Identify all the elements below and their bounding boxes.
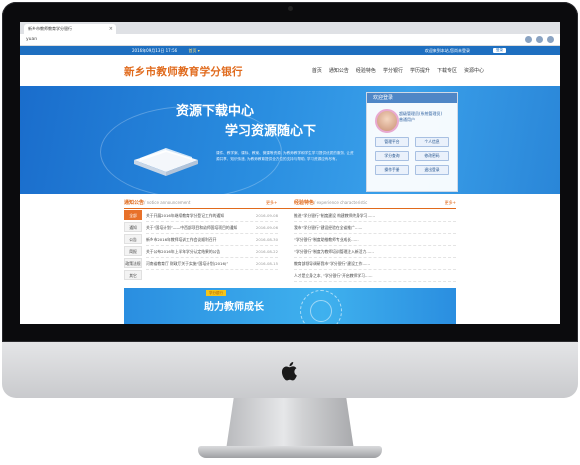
nav-item-home[interactable]: 首页 (312, 67, 322, 74)
notice-list: 关于开展2016年继续教育学分登记工作的通知 2016-09-08 关于“国培计划… (146, 210, 278, 270)
tab-announcement[interactable]: 公告 (124, 234, 142, 244)
address-bar[interactable]: yuan (20, 34, 560, 46)
avatar-icon[interactable] (375, 109, 399, 133)
hero-banner: 资源下载中心 学习资源随心下 课件、教学案、课标、教案、微课等资源, 为教师教学… (20, 86, 560, 198)
list-item[interactable]: 关于“国培计划”——中西部项目和幼师国培项目的通知 2016-09-06 (146, 222, 278, 234)
banner-title-line1: 资源下载中心 (176, 104, 255, 119)
region-select[interactable]: 首页 ▾ (188, 48, 199, 53)
list-item[interactable]: 关于公布2016年上半年学分认定结果的公告 2016-08-22 (146, 246, 278, 258)
welcome-text: 欢迎来到本站,您尚未登录 (424, 48, 470, 53)
tab-other[interactable]: 其它 (124, 270, 142, 280)
main-nav: 首页 通知公告 经验特色 学分银行 学历提升 下载专区 资源中心 (312, 67, 484, 74)
screen: 新乡市教师教育学分银行 × yuan 2016年09月13日 17:56 首页 … (20, 22, 560, 324)
browser-toolbar-icons (525, 36, 554, 43)
page-gutter-right (456, 194, 560, 324)
list-item[interactable]: 推进“学分银行”制度建设 构建教师终身学习…… (294, 210, 456, 222)
nav-item-resource[interactable]: 资源中心 (464, 67, 484, 74)
login-panel-heading: 欢迎登录 (367, 93, 457, 103)
login-user-info: 超级管理员(系统管理员) 普通用户 (399, 111, 453, 123)
address-text[interactable]: yuan (26, 34, 37, 45)
manage-platform-button[interactable]: 管理平台 (375, 137, 409, 147)
star-icon[interactable] (536, 36, 543, 43)
login-button[interactable]: 登录 (493, 48, 506, 53)
tab-brief[interactable]: 简报 (124, 246, 142, 256)
promo-banner[interactable]: 学分银行 助力教师成长 (124, 288, 456, 324)
notice-more-link[interactable]: 更多+ (266, 198, 277, 208)
nav-item-credit-bank[interactable]: 学分银行 (383, 67, 403, 74)
promo-text: 助力教师成长 (204, 302, 264, 313)
promo-tag: 学分银行 (206, 290, 226, 296)
nav-item-notice[interactable]: 通知公告 (329, 67, 349, 74)
nav-item-degree[interactable]: 学历提升 (410, 67, 430, 74)
site-topbar: 2016年09月13日 17:56 首页 ▾ 欢迎来到本站,您尚未登录 登录 (20, 46, 560, 55)
topbar-left: 2016年09月13日 17:56 首页 ▾ (132, 46, 200, 55)
list-item[interactable]: “学分银行”制度为教师培训管理注入新活力…… (294, 246, 456, 258)
browser-tab[interactable]: 新乡市教师教育学分银行 × (24, 24, 116, 34)
tab-title: 新乡市教师教育学分银行 (28, 26, 72, 31)
camera-icon (288, 6, 293, 11)
user-role: 普通用户 (399, 117, 415, 122)
experience-list: 推进“学分银行”制度建设 构建教师终身学习…… 我市“学分银行”建设经验在全省推… (294, 210, 456, 282)
credit-query-button[interactable]: 学分查询 (375, 151, 409, 161)
site-header: 新乡市教师教育学分银行 首页 通知公告 经验特色 学分银行 学历提升 下载专区 … (20, 55, 560, 87)
list-item[interactable]: 新乡市2016年教师培训工作会议顺利召开 2016-08-30 (146, 234, 278, 246)
list-item[interactable]: “学分银行”制度助推教师专业成长…… (294, 234, 456, 246)
nav-item-experience[interactable]: 经验特色 (356, 67, 376, 74)
login-panel: 欢迎登录 超级管理员(系统管理员) 普通用户 管理平台 个人信息 学分查询 修改… (366, 92, 458, 192)
nav-item-download[interactable]: 下载专区 (437, 67, 457, 74)
list-item[interactable]: 关于开展2016年继续教育学分登记工作的通知 2016-09-08 (146, 210, 278, 222)
notice-section-title: 通知公告/ notice announcement (124, 200, 191, 206)
date-text: 2016年09月13日 17:56 (132, 48, 178, 53)
notice-category-tabs: 全部 通知 公告 简报 政策法规 其它 (124, 210, 142, 282)
tab-policy[interactable]: 政策法规 (124, 258, 142, 268)
list-item[interactable]: 我市“学分银行”建设经验在全省推广…… (294, 222, 456, 234)
banner-description: 课件、教学案、课标、教案、微课等资源, 为教师教学和学生学习提供优质的服务, 让… (216, 151, 354, 161)
list-item[interactable]: 河南省教育厅 财政厅关于实施“国培计划(2016)” 2016-08-15 (146, 258, 278, 270)
menu-icon[interactable] (547, 36, 554, 43)
browser-tabbar: 新乡市教师教育学分银行 × (20, 22, 560, 34)
close-icon[interactable]: × (109, 24, 113, 34)
book-icon (134, 148, 198, 176)
login-panel-buttons: 管理平台 个人信息 学分查询 修改密码 操作手册 退出登录 (375, 137, 449, 175)
manual-button[interactable]: 操作手册 (375, 165, 409, 175)
logout-button[interactable]: 退出登录 (415, 165, 449, 175)
apple-logo-icon (281, 362, 297, 381)
profile-button[interactable]: 个人信息 (415, 137, 449, 147)
experience-section-title: 经验特色/ experience characteristic (294, 200, 368, 206)
imac-stand (226, 398, 354, 450)
banner-title-line2: 学习资源随心下 (225, 124, 317, 139)
site-logo[interactable]: 新乡市教师教育学分银行 (124, 64, 243, 79)
page-gutter-left (20, 194, 124, 324)
tab-notice[interactable]: 通知 (124, 222, 142, 232)
list-item[interactable]: 人才是立身之本, “学分银行”开启教师学习…… (294, 270, 456, 282)
promo-decoration-inner (310, 300, 332, 322)
imac-stand-foot (198, 446, 382, 458)
section-header-row: 通知公告/ notice announcement 更多+ 经验特色/ expe… (124, 198, 456, 209)
tab-all[interactable]: 全部 (124, 210, 142, 220)
refresh-icon[interactable] (525, 36, 532, 43)
change-password-button[interactable]: 修改密码 (415, 151, 449, 161)
experience-more-link[interactable]: 更多+ (445, 198, 456, 208)
list-item[interactable]: 教育部领导调研我市“学分银行”建设工作…… (294, 258, 456, 270)
